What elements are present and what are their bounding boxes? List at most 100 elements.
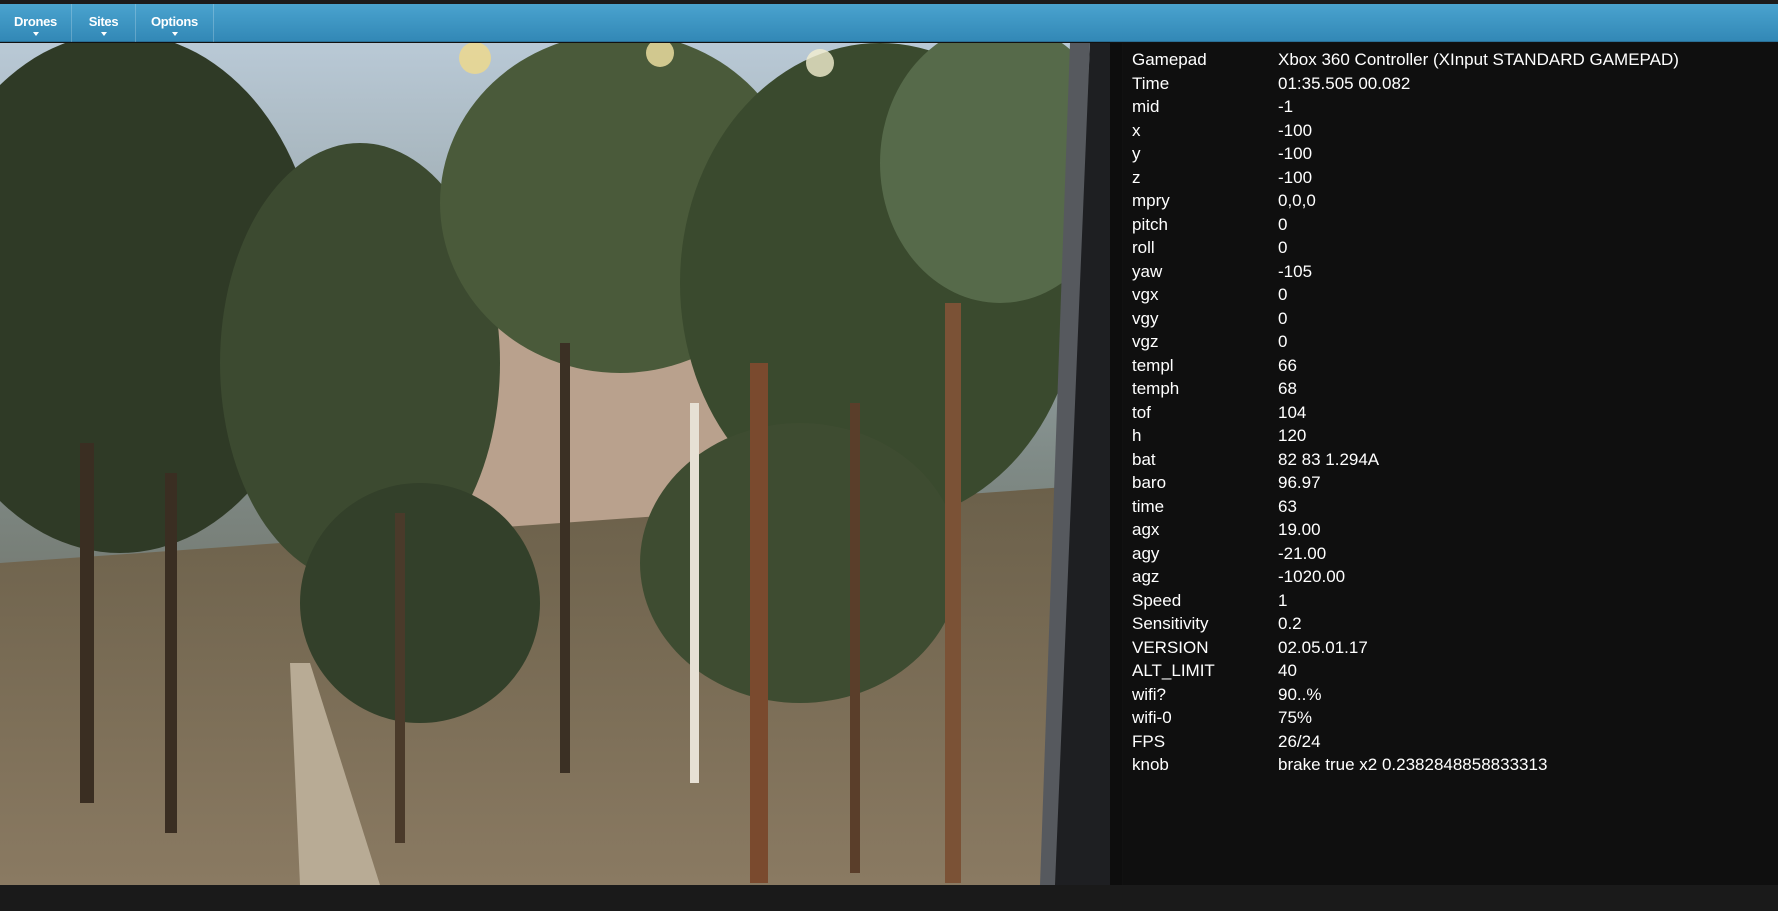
telemetry-row-pitch: pitch 0 xyxy=(1132,213,1772,237)
chevron-down-icon xyxy=(171,32,178,36)
telemetry-value: 19.00 xyxy=(1278,520,1321,539)
telemetry-row-vgx: vgx 0 xyxy=(1132,283,1772,307)
telemetry-row-vgy: vgy 0 xyxy=(1132,307,1772,331)
telemetry-key: ALT_LIMIT xyxy=(1132,661,1215,680)
telemetry-row-roll: roll 0 xyxy=(1132,236,1772,260)
telemetry-value: 40 xyxy=(1278,661,1297,680)
telemetry-row-templ: templ 66 xyxy=(1132,354,1772,378)
telemetry-key: baro xyxy=(1132,473,1167,492)
telemetry-value: 0 xyxy=(1278,332,1288,351)
telemetry-key: h xyxy=(1132,426,1142,445)
telemetry-key: x xyxy=(1132,121,1141,140)
telemetry-row-tof: tof 104 xyxy=(1132,401,1772,425)
video-frame-image xyxy=(0,43,1122,885)
telemetry-row-x: x -100 xyxy=(1132,119,1772,143)
telemetry-row-gamepad: Gamepad Xbox 360 Controller (XInput STAND… xyxy=(1132,48,1772,72)
telemetry-key: agz xyxy=(1132,567,1160,586)
telemetry-value: 0 xyxy=(1278,238,1288,257)
telemetry-row-vgz: vgz 0 xyxy=(1132,330,1772,354)
telemetry-key: wifi-0 xyxy=(1132,708,1172,727)
telemetry-row-time-sec: time 63 xyxy=(1132,495,1772,519)
telemetry-value: -100 xyxy=(1278,168,1313,187)
telemetry-row-alt-limit: ALT_LIMIT 40 xyxy=(1132,659,1772,683)
menu-drones[interactable]: Drones xyxy=(0,4,72,42)
telemetry-row-wifi: wifi? 90..% xyxy=(1132,683,1772,707)
chevron-down-icon xyxy=(32,32,39,36)
telemetry-key: z xyxy=(1132,168,1141,187)
telemetry-row-agy: agy -21.00 xyxy=(1132,542,1772,566)
telemetry-row-mpry: mpry 0,0,0 xyxy=(1132,189,1772,213)
menu-drones-label: Drones xyxy=(14,14,57,29)
telemetry-value: 75% xyxy=(1278,708,1313,727)
telemetry-value: 68 xyxy=(1278,379,1297,398)
telemetry-key: y xyxy=(1132,144,1141,163)
telemetry-row-version: VERSION 02.05.01.17 xyxy=(1132,636,1772,660)
telemetry-row-sensitivity: Sensitivity 0.2 xyxy=(1132,612,1772,636)
telemetry-key: wifi? xyxy=(1132,685,1167,704)
telemetry-row-y: y -100 xyxy=(1132,142,1772,166)
telemetry-value: 66 xyxy=(1278,356,1297,375)
telemetry-row-wifi-0: wifi-0 75% xyxy=(1132,706,1772,730)
telemetry-key: templ xyxy=(1132,356,1174,375)
telemetry-value: brake true x2 0.2382848858833313 xyxy=(1278,755,1548,774)
menu-sites-label: Sites xyxy=(88,14,119,29)
telemetry-key: Sensitivity xyxy=(1132,614,1209,633)
telemetry-value: -21.00 xyxy=(1278,544,1327,563)
telemetry-key: bat xyxy=(1132,450,1156,469)
telemetry-value: -105 xyxy=(1278,262,1313,281)
telemetry-key: temph xyxy=(1132,379,1180,398)
telemetry-row-temph: temph 68 xyxy=(1132,377,1772,401)
telemetry-value: 1 xyxy=(1278,591,1288,610)
telemetry-key: FPS xyxy=(1132,732,1166,751)
telemetry-key: knob xyxy=(1132,755,1169,774)
telemetry-value: -1020.00 xyxy=(1278,567,1346,586)
telemetry-value: 120 xyxy=(1278,426,1307,445)
camera-video-feed[interactable] xyxy=(0,43,1122,885)
telemetry-value: 26/24 xyxy=(1278,732,1321,751)
telemetry-row-baro: baro 96.97 xyxy=(1132,471,1772,495)
telemetry-key: Time xyxy=(1132,74,1170,93)
menu-options-label: Options xyxy=(150,14,198,29)
telemetry-value: 0,0,0 xyxy=(1278,191,1316,210)
telemetry-row-knob: knob brake true x2 0.2382848858833313 xyxy=(1132,753,1772,777)
telemetry-key: time xyxy=(1132,497,1165,516)
telemetry-key: mpry xyxy=(1132,191,1170,210)
menu-bar: Drones Sites Options xyxy=(0,4,1778,42)
telemetry-value: 96.97 xyxy=(1278,473,1321,492)
telemetry-row-bat: bat 82 83 1.294A xyxy=(1132,448,1772,472)
telemetry-key: vgy xyxy=(1132,309,1159,328)
telemetry-row-h: h 120 xyxy=(1132,424,1772,448)
telemetry-value: 0 xyxy=(1278,309,1288,328)
telemetry-key: pitch xyxy=(1132,215,1168,234)
telemetry-panel: Gamepad Xbox 360 Controller (XInput STAND… xyxy=(1123,43,1778,885)
telemetry-value: 0.2 xyxy=(1278,614,1302,633)
telemetry-key: yaw xyxy=(1132,262,1163,281)
menu-options[interactable]: Options xyxy=(136,4,214,42)
telemetry-value: Xbox 360 Controller (XInput STANDARD GAM… xyxy=(1278,50,1679,69)
telemetry-value: 82 83 1.294A xyxy=(1278,450,1380,469)
telemetry-key: vgz xyxy=(1132,332,1159,351)
telemetry-value: 63 xyxy=(1278,497,1297,516)
telemetry-key: vgx xyxy=(1132,285,1159,304)
telemetry-row-agx: agx 19.00 xyxy=(1132,518,1772,542)
telemetry-key: VERSION xyxy=(1132,638,1209,657)
telemetry-value: 01:35.505 00.082 xyxy=(1278,74,1411,93)
telemetry-value: -1 xyxy=(1278,97,1294,116)
telemetry-row-speed: Speed 1 xyxy=(1132,589,1772,613)
telemetry-value: 0 xyxy=(1278,285,1288,304)
telemetry-row-fps: FPS 26/24 xyxy=(1132,730,1772,754)
telemetry-value: -100 xyxy=(1278,121,1313,140)
telemetry-key: agy xyxy=(1132,544,1160,563)
chevron-down-icon xyxy=(100,32,107,36)
telemetry-key: tof xyxy=(1132,403,1151,422)
telemetry-row-z: z -100 xyxy=(1132,166,1772,190)
menu-sites[interactable]: Sites xyxy=(72,4,136,42)
bottom-bar xyxy=(0,885,1778,911)
telemetry-value: 104 xyxy=(1278,403,1307,422)
telemetry-key: roll xyxy=(1132,238,1155,257)
telemetry-key: Gamepad xyxy=(1132,50,1207,69)
telemetry-row-yaw: yaw -105 xyxy=(1132,260,1772,284)
telemetry-row-agz: agz -1020.00 xyxy=(1132,565,1772,589)
telemetry-value: -100 xyxy=(1278,144,1313,163)
telemetry-row-mid: mid -1 xyxy=(1132,95,1772,119)
